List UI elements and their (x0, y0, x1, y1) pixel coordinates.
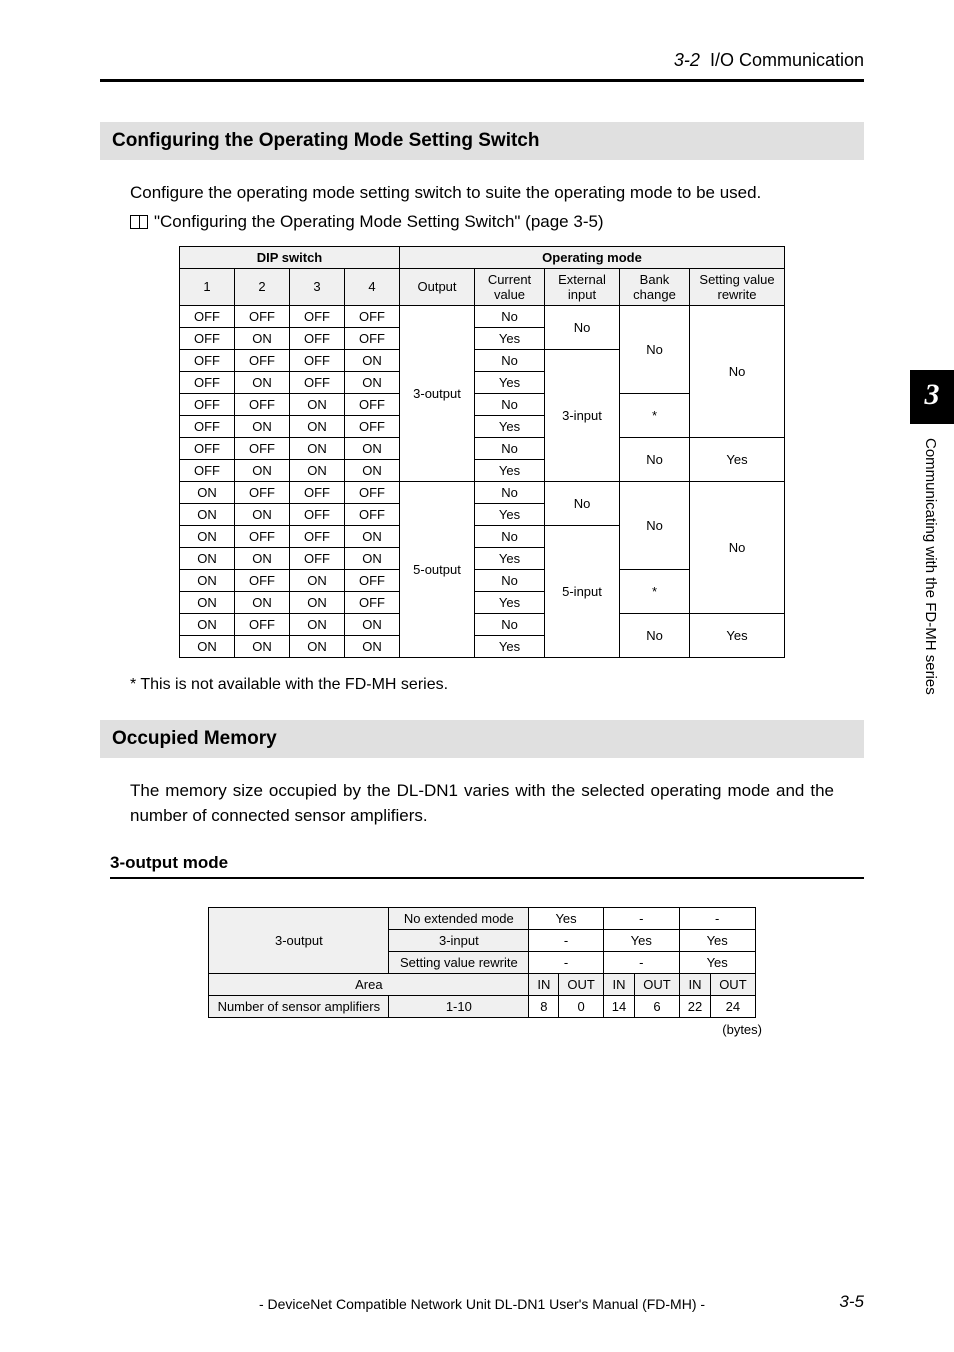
bank-no-d: No (620, 613, 690, 657)
bank-no-b: No (620, 437, 690, 481)
dip-switch-table: DIP switch Operating mode 1 2 3 4 Output… (179, 246, 785, 658)
bytes-note: (bytes) (202, 1022, 762, 1037)
col-output: Output (400, 268, 475, 305)
cross-reference: "Configuring the Operating Mode Setting … (130, 212, 834, 232)
ext-3input: 3-input (545, 349, 620, 481)
heading-occupied-memory: Occupied Memory (100, 720, 864, 758)
ext-5input: 5-input (545, 525, 620, 657)
heading-3-output-mode: 3-output mode (110, 853, 864, 873)
bank-star-a: * (620, 393, 690, 437)
col-current-value: Current value (475, 268, 545, 305)
col-bank-change: Bank change (620, 268, 690, 305)
paragraph-config-switch: Configure the operating mode setting swi… (130, 180, 834, 206)
heading-config-switch: Configuring the Operating Mode Setting S… (100, 122, 864, 160)
col-1: 1 (180, 268, 235, 305)
xref-text: "Configuring the Operating Mode Setting … (154, 212, 604, 231)
chapter-tab: 3 Communicating with the FD-MH series (910, 370, 954, 744)
table-row: OFFOFFOFFOFF 3-output No No No No (180, 305, 785, 327)
book-icon (130, 215, 148, 229)
col-4: 4 (345, 268, 400, 305)
section-number: 3-2 (674, 50, 700, 70)
col-2: 2 (235, 268, 290, 305)
output-5: 5-output (400, 481, 475, 657)
mem-svr: Setting value rewrite (389, 951, 529, 973)
mem-amp-range: 1-10 (389, 995, 529, 1017)
dip-header-right: Operating mode (400, 246, 785, 268)
footer-text: - DeviceNet Compatible Network Unit DL-D… (259, 1296, 705, 1312)
page-number: 3-5 (839, 1292, 864, 1312)
ext-no-a: No (545, 305, 620, 349)
output-3: 3-output (400, 305, 475, 481)
col-setting-value-rewrite: Setting value rewrite (690, 268, 785, 305)
chapter-number: 3 (910, 370, 954, 424)
bank-star-b: * (620, 569, 690, 613)
table-row: ONOFFONONNo No Yes (180, 613, 785, 635)
mem-area: Area (209, 973, 529, 995)
svr-no-b: No (690, 481, 785, 613)
ext-no-b: No (545, 481, 620, 525)
header-rule (100, 79, 864, 82)
page-footer: - DeviceNet Compatible Network Unit DL-D… (100, 1296, 864, 1312)
svr-yes-a: Yes (690, 437, 785, 481)
section-title-text: I/O Communication (710, 50, 864, 70)
h3-rule (110, 877, 864, 879)
mem-no-extended: No extended mode (389, 907, 529, 929)
bank-no-a: No (620, 305, 690, 393)
col-external-input: External input (545, 268, 620, 305)
svr-yes-b: Yes (690, 613, 785, 657)
svr-no-a: No (690, 305, 785, 437)
running-head: 3-2 I/O Communication (100, 50, 864, 79)
table-row: ONOFFOFFOFF 5-output No No No No (180, 481, 785, 503)
table-row: OFFOFFONONNo No Yes (180, 437, 785, 459)
mem-amp-label: Number of sensor amplifiers (209, 995, 389, 1017)
paragraph-occupied-memory: The memory size occupied by the DL-DN1 v… (130, 778, 834, 829)
mem-row-label: 3-output (209, 907, 389, 973)
footnote-star: * This is not available with the FD-MH s… (130, 676, 864, 694)
chapter-label: Communicating with the FD-MH series (910, 424, 951, 744)
dip-header-left: DIP switch (180, 246, 400, 268)
bank-no-c: No (620, 481, 690, 569)
col-3: 3 (290, 268, 345, 305)
mem-3input: 3-input (389, 929, 529, 951)
memory-table: 3-output No extended mode Yes - - 3-inpu… (208, 907, 755, 1018)
